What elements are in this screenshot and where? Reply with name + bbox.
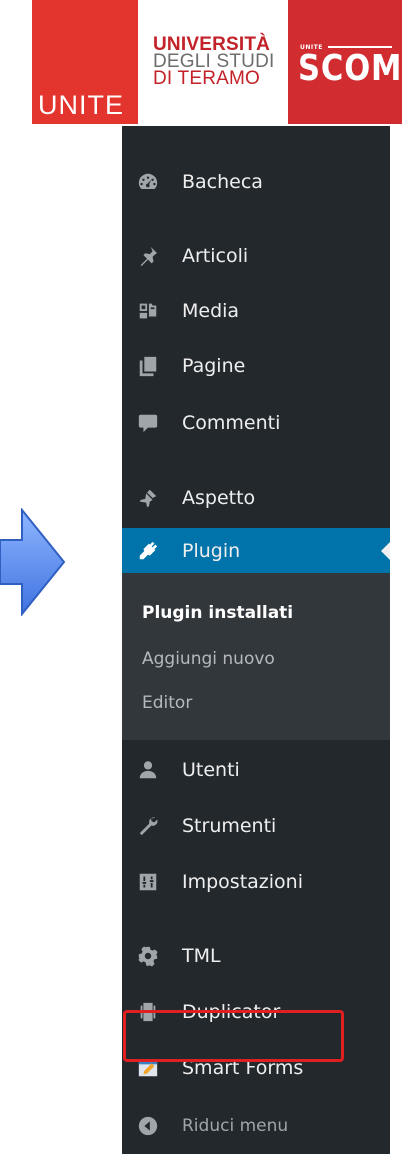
- sidebar-item-bacheca[interactable]: Bacheca: [122, 164, 390, 200]
- sidebar-item-pagine[interactable]: Pagine: [122, 348, 390, 384]
- pointer-arrow-icon: [0, 508, 66, 616]
- plugin-icon: [136, 539, 160, 563]
- tools-icon: [136, 814, 160, 838]
- smart-forms-highlight: [123, 1010, 344, 1062]
- settings-icon: [136, 870, 160, 894]
- unite-logo: UNITE: [32, 0, 138, 124]
- sidebar-item-label: Articoli: [182, 245, 249, 267]
- sidebar-item-tml[interactable]: TML: [122, 938, 390, 974]
- sidebar-item-media[interactable]: Media: [122, 293, 390, 329]
- submenu-aggiungi-nuovo[interactable]: Aggiungi nuovo: [142, 649, 275, 669]
- comments-icon: [136, 411, 160, 435]
- collapse-arrow-icon: [136, 1114, 160, 1138]
- plugin-submenu: Plugin installati Aggiungi nuovo Editor: [122, 573, 390, 740]
- sidebar-item-impostazioni[interactable]: Impostazioni: [122, 864, 390, 900]
- sidebar-item-label: Media: [182, 300, 240, 322]
- scom-logo: UNITE SCOM: [288, 0, 402, 124]
- sidebar-item-label: Plugin: [182, 540, 241, 562]
- sidebar-item-label: Aspetto: [182, 487, 256, 509]
- scom-logo-text: SCOM: [298, 48, 403, 89]
- sidebar-item-label: Commenti: [182, 412, 281, 434]
- collapse-menu-label: Riduci menu: [182, 1116, 289, 1136]
- collapse-menu-button[interactable]: Riduci menu: [122, 1108, 390, 1144]
- university-line3: DI TERAMO: [153, 68, 261, 89]
- sidebar-item-label: Pagine: [182, 355, 246, 377]
- dashboard-icon: [136, 170, 160, 194]
- sidebar-item-label: TML: [182, 945, 221, 967]
- unite-logo-text: UNITE: [38, 90, 124, 120]
- sidebar-item-strumenti[interactable]: Strumenti: [122, 808, 390, 844]
- submenu-editor[interactable]: Editor: [142, 693, 192, 713]
- university-name: UNIVERSITÀ DEGLI STUDI DI TERAMO: [153, 35, 283, 89]
- pin-icon: [136, 244, 160, 268]
- active-indicator: [381, 542, 390, 560]
- sidebar-item-aspetto[interactable]: Aspetto: [122, 480, 390, 516]
- sidebar-item-label: Bacheca: [182, 171, 263, 193]
- admin-sidebar: Bacheca Articoli Media Pagine Commenti A…: [122, 126, 390, 1154]
- sidebar-item-label: Utenti: [182, 759, 240, 781]
- sidebar-item-label: Impostazioni: [182, 871, 303, 893]
- pages-icon: [136, 354, 160, 378]
- sidebar-item-commenti[interactable]: Commenti: [122, 405, 390, 441]
- sidebar-item-plugin[interactable]: Plugin: [122, 528, 390, 574]
- sidebar-item-label: Strumenti: [182, 815, 277, 837]
- media-icon: [136, 299, 160, 323]
- submenu-plugin-installati[interactable]: Plugin installati: [142, 603, 293, 623]
- appearance-icon: [136, 486, 160, 510]
- sidebar-item-utenti[interactable]: Utenti: [122, 752, 390, 788]
- sidebar-item-articoli[interactable]: Articoli: [122, 238, 390, 274]
- gear-icon: [136, 944, 160, 968]
- users-icon: [136, 758, 160, 782]
